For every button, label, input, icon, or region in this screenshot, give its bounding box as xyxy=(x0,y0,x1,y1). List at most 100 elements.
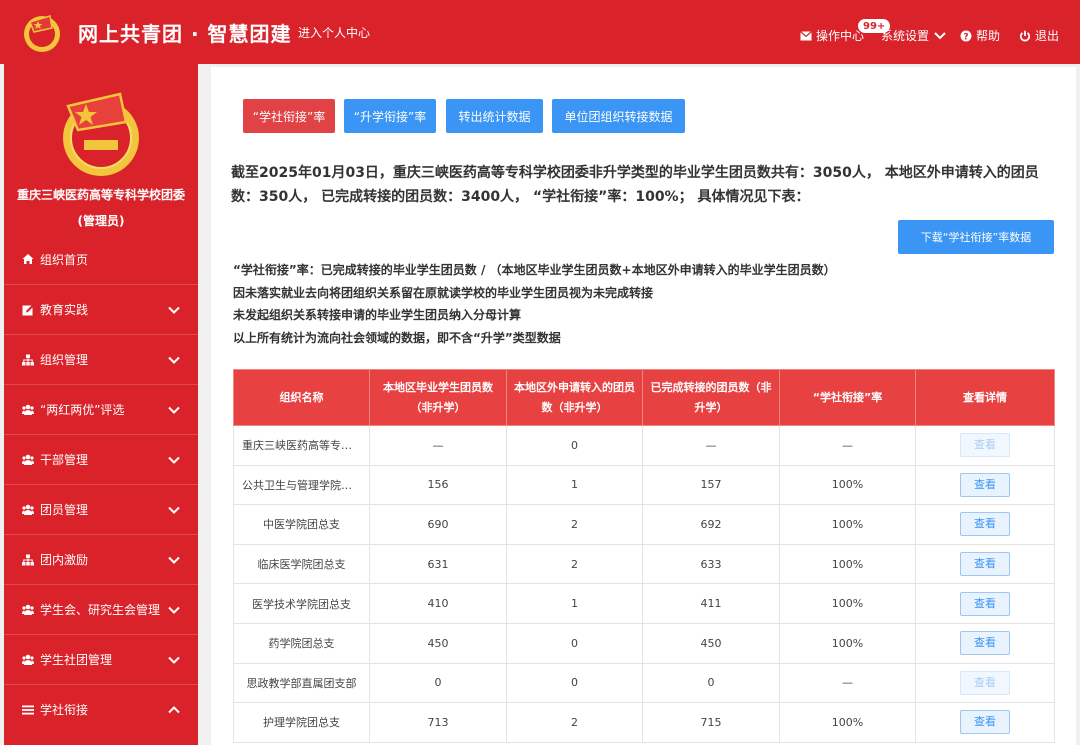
cell-rate: 100% xyxy=(779,702,916,743)
cell-action: 查看 xyxy=(915,504,1055,545)
edit-icon xyxy=(22,304,34,315)
view-details-button[interactable]: 查看 xyxy=(960,472,1010,497)
group-icon xyxy=(22,504,34,515)
note-item: 因未落实就业去向将团组织关系留在原就读学校的毕业学生团员视为未完成转接 xyxy=(233,285,654,300)
cell-transfer-in: 1 xyxy=(506,583,643,624)
cell-action: 查看 xyxy=(915,543,1055,585)
group-icon xyxy=(22,404,34,415)
sidebar-item-label: 学生社团管理 xyxy=(40,653,113,667)
sidebar-item-cadre-management[interactable]: 干部管理 xyxy=(4,434,198,484)
group-icon xyxy=(22,604,34,615)
cell-local: 631 xyxy=(369,543,507,585)
table-row: 药学院团总支 450 0 450 100% 查看 xyxy=(233,622,1055,664)
sidebar-item-incentives[interactable]: 团内激励 xyxy=(4,534,198,584)
sidebar-item-student-clubs[interactable]: 学生社团管理 xyxy=(4,634,198,684)
sidebar-item-label: 组织首页 xyxy=(40,252,89,267)
sidebar-item-home[interactable]: 组织首页 xyxy=(4,234,198,284)
notes-list: “学社衔接”率：已完成转接的毕业学生团员数 / （本地区毕业学生团员数+本地区外… xyxy=(233,259,1053,349)
header-transfer-in: 本地区外申请转入的团员数（非升学） xyxy=(506,369,643,426)
top-header: 网上共青团 · 智慧团建 进入个人中心 操作中心 99+ 系统设置 ? 帮助 退… xyxy=(0,0,1080,64)
tab-school-society-rate[interactable]: “学社衔接”率 xyxy=(243,99,335,133)
sidebar-item-label: 团内激励 xyxy=(40,553,89,567)
cell-rate: — xyxy=(779,425,916,466)
cell-rate: 100% xyxy=(779,464,916,506)
table-row: 临床医学院团总支 631 2 633 100% 查看 xyxy=(233,543,1055,585)
view-details-button[interactable]: 查看 xyxy=(960,631,1010,656)
chevron-down-icon xyxy=(934,31,946,39)
cell-org-name: 重庆三峡医药高等专科学校团委 xyxy=(233,425,370,466)
group-icon xyxy=(22,654,34,665)
cell-action: 查看 xyxy=(915,464,1055,506)
download-rate-data-button[interactable]: 下载“学社衔接”率数据 xyxy=(898,220,1054,254)
cell-rate: 100% xyxy=(779,583,916,624)
sidebar-item-school-society-link[interactable]: 学社衔接 xyxy=(4,684,198,734)
tab-transfer-out-stats[interactable]: 转出统计数据 xyxy=(446,99,543,133)
sidebar-item-organization-management[interactable]: 组织管理 xyxy=(4,334,198,384)
view-details-button[interactable]: 查看 xyxy=(960,591,1010,616)
personal-center-link[interactable]: 进入个人中心 xyxy=(298,24,370,41)
cell-action: 查看 xyxy=(915,662,1055,704)
organization-name: 重庆三峡医药高等专科学校团委 xyxy=(16,188,185,202)
cell-rate: 100% xyxy=(779,543,916,585)
organization-role: (管理员) xyxy=(77,214,125,228)
cell-action: 查看 xyxy=(915,702,1055,743)
header-local-members: 本地区毕业学生团员数（非升学） xyxy=(369,369,507,426)
view-details-button[interactable]: 查看 xyxy=(960,512,1010,537)
list-icon xyxy=(22,705,34,714)
chevron-down-icon xyxy=(168,356,180,364)
operation-center-button[interactable]: 操作中心 xyxy=(800,27,864,44)
sitemap-icon xyxy=(22,554,34,565)
logout-button[interactable]: 退出 xyxy=(1019,27,1059,44)
cell-local: 713 xyxy=(369,702,507,743)
cell-transfer-in: 2 xyxy=(506,504,643,545)
help-label: 帮助 xyxy=(976,29,1001,43)
cell-completed: 0 xyxy=(642,662,780,704)
chevron-down-icon xyxy=(168,306,180,314)
note-item: 以上所有统计为流向社会领域的数据，即不含“升学”类型数据 xyxy=(233,330,561,345)
cell-org-name: 护理学院团总支 xyxy=(233,702,370,743)
cell-org-name: 思政教学部直属团支部 xyxy=(233,662,370,704)
view-details-button[interactable]: 查看 xyxy=(960,710,1010,735)
cell-completed: — xyxy=(642,425,780,466)
table-row: 思政教学部直属团支部 0 0 0 — 查看 xyxy=(233,662,1055,704)
cell-completed: 715 xyxy=(642,702,780,743)
cell-org-name: 药学院团总支 xyxy=(233,622,370,664)
note-item: “学社衔接”率：已完成转接的毕业学生团员数 / （本地区毕业学生团员数+本地区外… xyxy=(233,263,836,277)
chevron-down-icon xyxy=(168,606,180,614)
view-details-button[interactable]: 查看 xyxy=(960,552,1010,577)
chevron-down-icon xyxy=(168,456,180,464)
sidebar-item-education-practice[interactable]: 教育实践 xyxy=(4,284,198,334)
tab-unit-transfer-data[interactable]: 单位团组织转接数据 xyxy=(552,99,685,133)
sidebar-item-label: 教育实践 xyxy=(40,303,89,317)
cell-transfer-in: 0 xyxy=(506,425,643,466)
cell-completed: 450 xyxy=(642,622,780,664)
cell-local: 690 xyxy=(369,504,507,545)
sidebar-item-label: 组织管理 xyxy=(40,353,89,367)
system-settings-dropdown[interactable]: 系统设置 xyxy=(881,27,946,44)
tab-further-study-rate[interactable]: “升学衔接”率 xyxy=(344,99,436,133)
cell-org-name: 临床医学院团总支 xyxy=(233,543,370,585)
sidebar-item-label: 干部管理 xyxy=(40,453,89,467)
sidebar-item-student-union[interactable]: 学生会、研究生会管理 xyxy=(4,584,198,634)
cell-rate: 100% xyxy=(779,504,916,545)
help-button[interactable]: ? 帮助 xyxy=(960,27,1000,44)
cell-transfer-in: 2 xyxy=(506,543,643,585)
cell-completed: 633 xyxy=(642,543,780,585)
cell-action: 查看 xyxy=(915,425,1055,466)
system-settings-label: 系统设置 xyxy=(881,29,930,43)
home-icon xyxy=(22,254,34,264)
sidebar-item-selection[interactable]: “两红两优”评选 xyxy=(4,384,198,434)
table-row: 医学技术学院团总支 410 1 411 100% 查看 xyxy=(233,583,1055,624)
header-completed: 已完成转接的团员数（非升学） xyxy=(642,369,780,426)
view-details-button: 查看 xyxy=(960,433,1010,458)
table-row: 重庆三峡医药高等专科学校团委 — 0 — — 查看 xyxy=(233,425,1055,466)
sidebar-item-member-management[interactable]: 团员管理 xyxy=(4,484,198,534)
cell-completed: 411 xyxy=(642,583,780,624)
help-icon: ? xyxy=(960,30,972,42)
group-icon xyxy=(22,454,34,465)
view-details-button: 查看 xyxy=(960,670,1010,695)
table-header-row: 组织名称 本地区毕业学生团员数（非升学） 本地区外申请转入的团员数（非升学） 已… xyxy=(233,369,1055,426)
cell-local: 156 xyxy=(369,464,507,506)
cell-local: 0 xyxy=(369,662,507,704)
mail-icon xyxy=(800,30,812,40)
